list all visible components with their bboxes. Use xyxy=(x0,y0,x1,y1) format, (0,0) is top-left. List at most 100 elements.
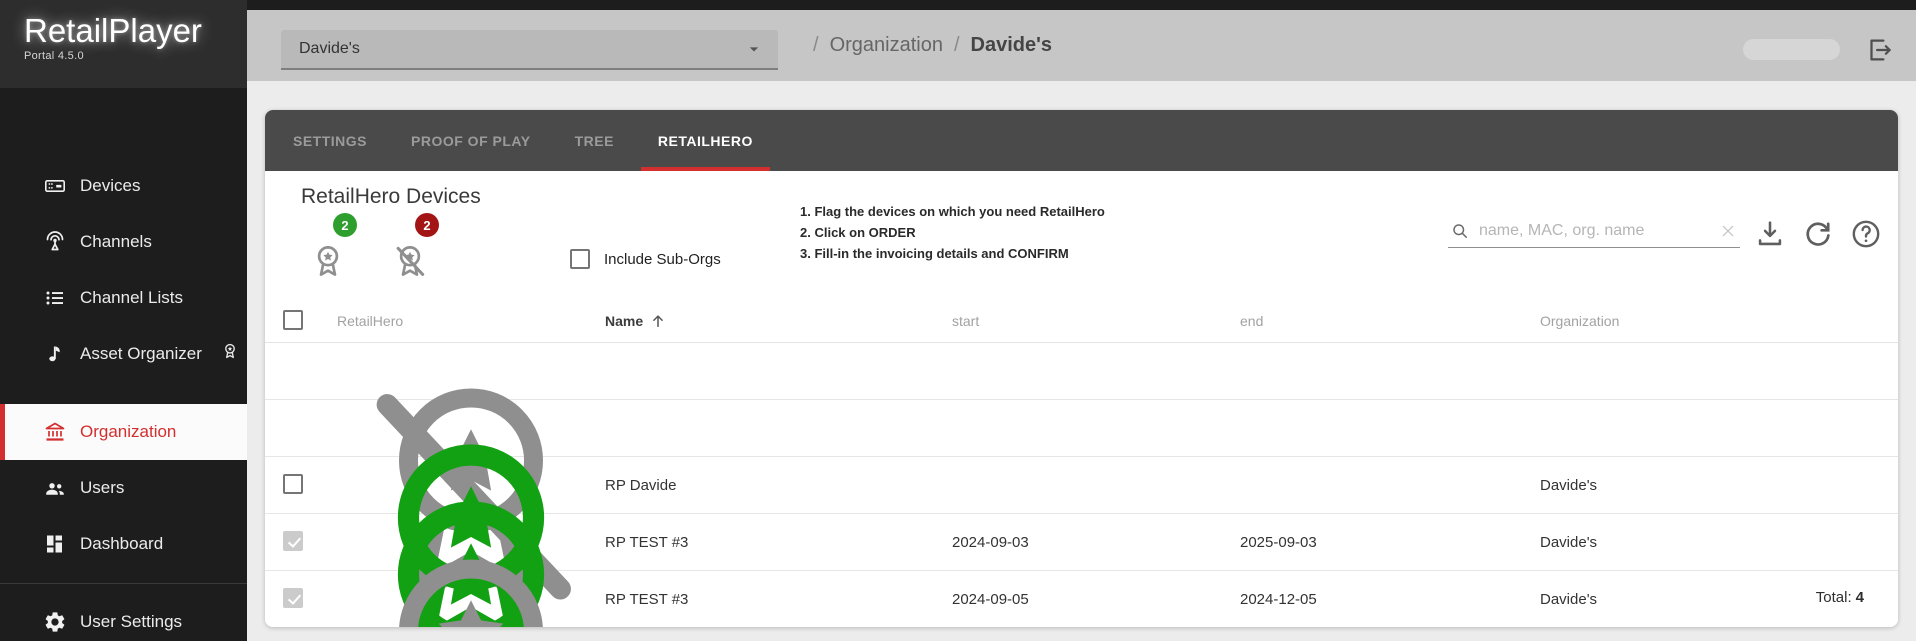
medal-icon xyxy=(182,532,200,550)
app-logo: RetailPlayer Portal 4.5.0 xyxy=(0,0,247,88)
sidebar-item-label: Channel Lists xyxy=(80,288,183,308)
retailhero-enabled-icon xyxy=(309,242,347,280)
sidebar-item-label: Dashboard xyxy=(80,534,163,554)
tab-tree[interactable]: TREE xyxy=(553,110,636,171)
medal-icon xyxy=(195,420,213,438)
sidebar-item-dashboard[interactable]: Dashboard xyxy=(0,516,247,572)
breadcrumb-separator: / xyxy=(954,34,960,57)
sidebar-item-organization[interactable]: Organization xyxy=(0,404,247,460)
medal-icon xyxy=(201,610,219,628)
instruction-line: 3. Fill-in the invoicing details and CON… xyxy=(800,243,1105,264)
medal-icon xyxy=(221,342,239,360)
table-row: RP Davide Davide's xyxy=(265,343,1898,400)
sidebar-item-label: Organization xyxy=(80,422,176,442)
tab-retailhero[interactable]: RETAILHERO xyxy=(636,110,775,171)
organization-selector[interactable]: Davide's xyxy=(281,30,778,70)
row-checkbox[interactable] xyxy=(283,474,303,494)
sidebar-item-icon xyxy=(43,174,67,198)
sidebar-item-label: Users xyxy=(80,478,124,498)
sidebar-item-label: Asset Organizer xyxy=(80,344,202,364)
refresh-icon[interactable] xyxy=(1801,217,1835,251)
start-date: 2024-09-03 xyxy=(952,534,1240,551)
sidebar-item-icon xyxy=(43,230,67,254)
instruction-line: 2. Click on ORDER xyxy=(800,222,1105,243)
top-strip xyxy=(247,0,1916,10)
instruction-line: 1. Flag the devices on which you need Re… xyxy=(800,201,1105,222)
breadcrumb-current[interactable]: Davide's xyxy=(971,34,1052,57)
panel-toolbar: RetailHero Devices 2 2 Include Sub-Orgs … xyxy=(265,171,1898,300)
table-header: RetailHero Name start end Organization xyxy=(265,300,1898,343)
include-suborgs: Include Sub-Orgs xyxy=(570,249,721,269)
sidebar-item-channel-lists[interactable]: Channel Lists xyxy=(0,270,247,326)
column-name[interactable]: Name xyxy=(605,312,952,330)
search-box xyxy=(1448,215,1740,248)
organization-selector-value: Davide's xyxy=(299,40,360,58)
tab-label: RETAILHERO xyxy=(658,133,753,149)
total-value: 4 xyxy=(1856,589,1864,606)
tab-settings[interactable]: SETTINGS xyxy=(271,110,389,171)
sidebar-item-icon xyxy=(43,610,67,634)
enabled-count-badge: 2 xyxy=(333,213,357,237)
sidebar-item-icon xyxy=(43,286,67,310)
sidebar-item-label: User Settings xyxy=(80,612,182,632)
retailhero-panel: RetailHero Devices 2 2 Include Sub-Orgs … xyxy=(265,171,1898,627)
sidebar-item-icon xyxy=(43,532,67,556)
app-name: RetailPlayer xyxy=(24,12,247,50)
device-name: RP TEST #3 xyxy=(605,534,952,551)
column-end: end xyxy=(1240,313,1540,329)
row-checkbox[interactable] xyxy=(283,588,303,608)
sidebar-item-icon xyxy=(43,476,67,500)
sidebar-item-user-settings[interactable]: User Settings xyxy=(0,594,247,641)
table-row: RP TEST #3 2024-09-03 2025-09-03 Davide'… xyxy=(265,400,1898,457)
sidebar-item-channels[interactable]: Channels xyxy=(0,214,247,270)
end-date: 2024-12-05 xyxy=(1240,591,1540,608)
sidebar-item-users[interactable]: Users xyxy=(0,460,247,516)
sidebar-item-asset-organizer[interactable]: Asset Organizer xyxy=(0,326,247,382)
retailhero-status-icon xyxy=(337,531,605,627)
logout-icon[interactable] xyxy=(1864,35,1894,65)
medal-icon xyxy=(143,476,161,494)
retailhero-enabled-stat: 2 xyxy=(309,213,373,280)
search-input[interactable] xyxy=(1479,222,1709,240)
tab-label: PROOF OF PLAY xyxy=(411,133,531,149)
row-organization: Davide's xyxy=(1540,477,1898,494)
start-date: 2024-09-05 xyxy=(952,591,1240,608)
sidebar-item-devices[interactable]: Devices xyxy=(0,158,247,214)
download-icon[interactable] xyxy=(1753,217,1787,251)
include-suborgs-checkbox[interactable] xyxy=(570,249,590,269)
tab-proof-of-play[interactable]: PROOF OF PLAY xyxy=(389,110,553,171)
end-date: 2025-09-03 xyxy=(1240,534,1540,551)
tab-bar: SETTINGS PROOF OF PLAY TREE RETAILHERO xyxy=(265,110,1898,171)
search-icon xyxy=(1450,221,1470,241)
toolbar-icons xyxy=(1753,217,1883,251)
medal-icon xyxy=(202,286,220,304)
sidebar-item-icon xyxy=(43,420,67,444)
medal-icon xyxy=(159,174,177,192)
sidebar: RetailPlayer Portal 4.5.0 Devices Channe… xyxy=(0,0,247,641)
row-organization: Davide's xyxy=(1540,534,1898,551)
column-name-label: Name xyxy=(605,313,643,329)
breadcrumb-organization[interactable]: Organization xyxy=(830,34,943,57)
table-body: RP Davide Davide's RP TEST #3 2024-09-03… xyxy=(265,343,1898,571)
row-checkbox[interactable] xyxy=(283,531,303,551)
column-start: start xyxy=(952,313,1240,329)
disabled-count-badge: 2 xyxy=(415,213,439,237)
total-label: Total: xyxy=(1816,589,1852,606)
breadcrumb-separator: / xyxy=(813,34,819,57)
medal-icon xyxy=(171,230,189,248)
help-icon[interactable] xyxy=(1849,217,1883,251)
column-retailhero: RetailHero xyxy=(337,313,605,329)
sidebar-item-icon xyxy=(43,342,67,366)
retailhero-disabled-stat: 2 xyxy=(391,213,455,280)
app-version: Portal 4.5.0 xyxy=(24,50,247,62)
sidebar-nav: Devices Channels Channel Lists Asset Org… xyxy=(0,88,247,641)
sidebar-item-label: Channels xyxy=(80,232,152,252)
user-pill[interactable] xyxy=(1743,39,1840,60)
sort-ascending-icon xyxy=(649,312,667,330)
sidebar-item-label: Devices xyxy=(80,176,140,196)
column-organization: Organization xyxy=(1540,313,1898,329)
select-all-checkbox[interactable] xyxy=(283,310,303,330)
clear-search-icon[interactable] xyxy=(1718,221,1738,241)
tab-label: SETTINGS xyxy=(293,133,367,149)
chevron-down-icon xyxy=(744,39,764,59)
